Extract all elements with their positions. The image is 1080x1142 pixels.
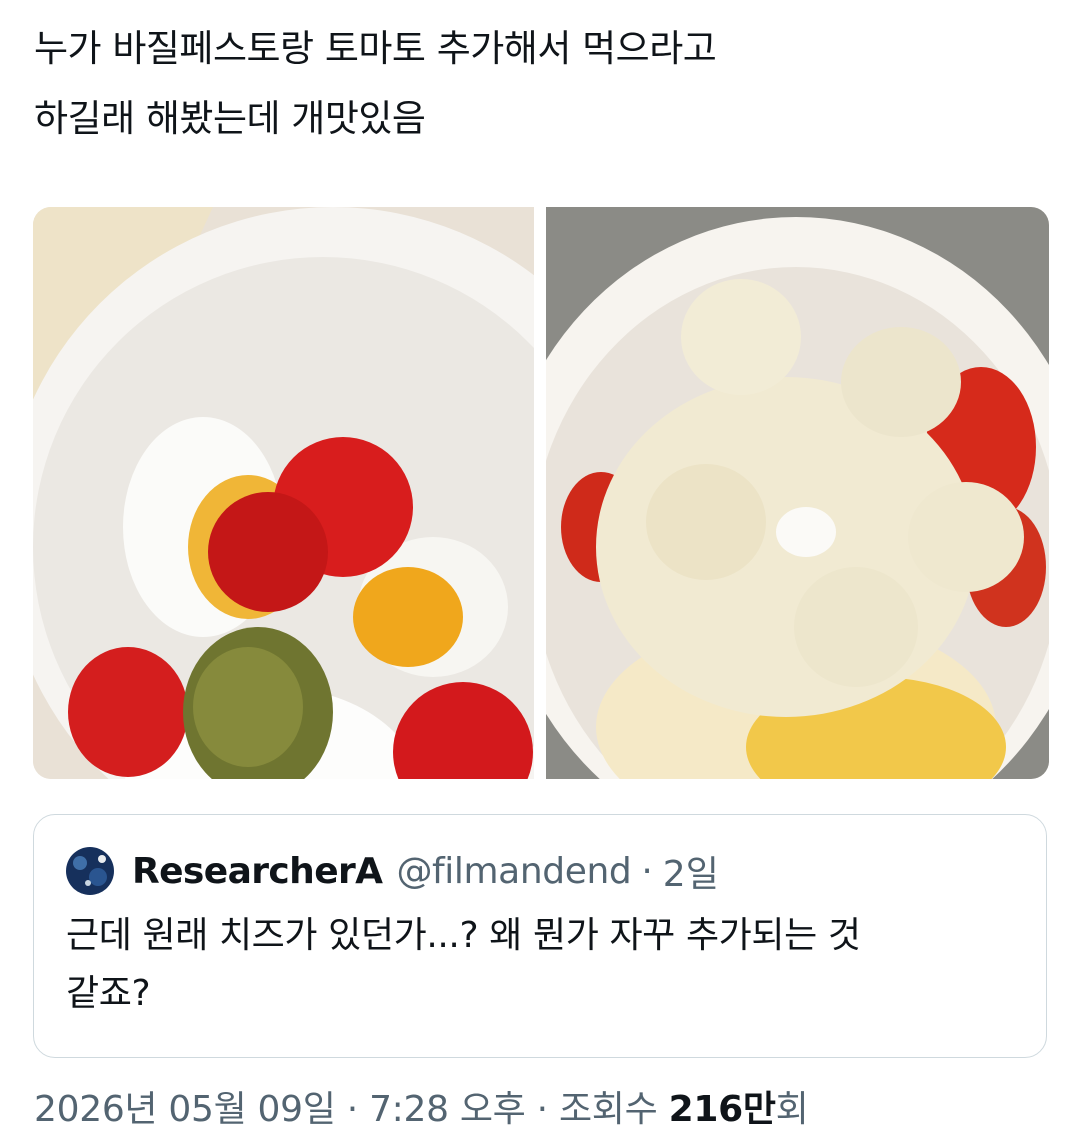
quoted-display-name[interactable]: ResearcherA xyxy=(132,851,383,892)
separator-dot: · xyxy=(641,850,653,892)
quoted-text-line-1: 근데 원래 치즈가 있던가...? 왜 뭔가 자꾸 추가되는 것 xyxy=(66,915,861,956)
post-metadata: 2026년 05월 09일 · 7:28 오후 · 조회수 216만회 xyxy=(34,1080,809,1132)
post-time[interactable]: 7:28 오후 xyxy=(369,1089,526,1130)
views-label: 조회수 xyxy=(558,1089,658,1130)
avatar[interactable] xyxy=(66,847,114,895)
quoted-text: 근데 원래 치즈가 있던가...? 왜 뭔가 자꾸 추가되는 것 같죠? xyxy=(66,907,1026,1023)
views-count[interactable]: 216만 xyxy=(669,1089,776,1130)
photo-mayo-eggs[interactable] xyxy=(546,207,1049,779)
post-text-line-1: 누가 바질페스토랑 토마토 추가해서 먹으라고 xyxy=(34,27,717,70)
separator-dot: · xyxy=(346,1089,358,1130)
post-media xyxy=(33,207,1049,779)
quoted-timestamp[interactable]: 2일 xyxy=(663,845,719,897)
separator-dot: · xyxy=(536,1089,548,1130)
post-date[interactable]: 2026년 05월 09일 xyxy=(34,1089,336,1130)
quoted-post-header: ResearcherA @filmandend · 2일 xyxy=(66,845,719,897)
views-suffix: 회 xyxy=(775,1089,809,1130)
photo-pesto-tomato-eggs[interactable] xyxy=(33,207,534,779)
quoted-post[interactable]: ResearcherA @filmandend · 2일 근데 원래 치즈가 있… xyxy=(33,814,1047,1058)
quoted-text-line-2: 같죠? xyxy=(66,973,151,1014)
quoted-handle[interactable]: @filmandend xyxy=(396,851,631,892)
post-text-line-2: 하길래 해봤는데 개맛있음 xyxy=(34,97,426,140)
post-text: 누가 바질페스토랑 토마토 추가해서 먹으라고 하길래 해봤는데 개맛있음 xyxy=(34,14,1044,154)
